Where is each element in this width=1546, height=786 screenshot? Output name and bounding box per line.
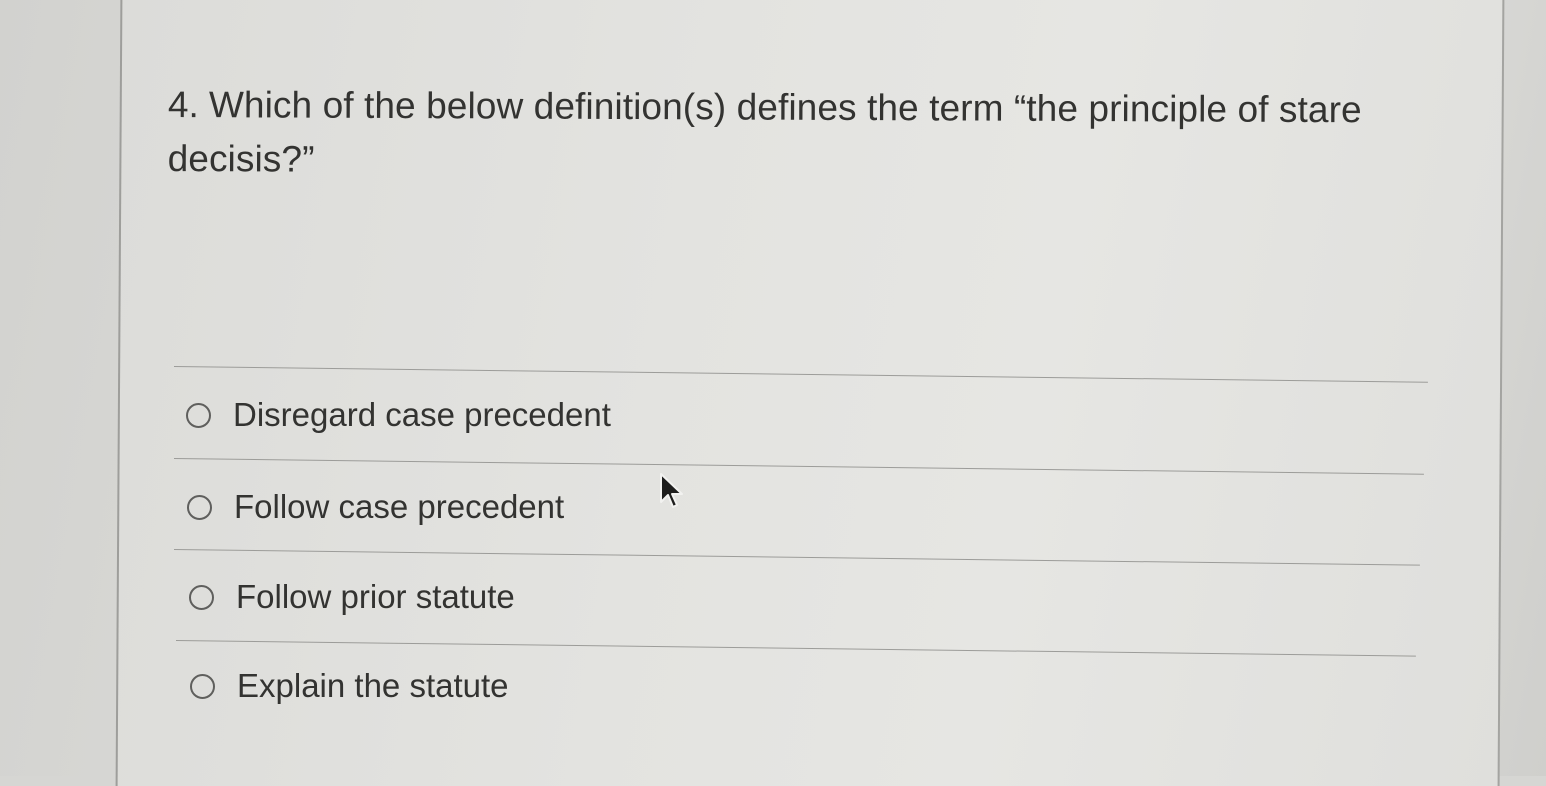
- option-label: Follow case precedent: [234, 488, 565, 525]
- mouse-pointer-icon: [660, 473, 683, 508]
- radio-button-icon[interactable]: [186, 402, 211, 428]
- question-text: 4. Which of the below definition(s) defin…: [168, 78, 1458, 192]
- question-number: 4.: [167, 83, 200, 126]
- radio-button-icon[interactable]: [187, 494, 212, 520]
- option-label: Disregard case precedent: [233, 396, 611, 433]
- answer-option-2[interactable]: Follow case precedent: [187, 487, 564, 527]
- radio-button-icon[interactable]: [190, 673, 215, 699]
- answer-option-3[interactable]: Follow prior statute: [189, 577, 515, 617]
- option-label: Follow prior statute: [236, 578, 515, 615]
- question-prompt: Which of the below definition(s) defines…: [167, 84, 1362, 180]
- radio-button-icon[interactable]: [189, 584, 214, 610]
- option-label: Explain the statute: [237, 667, 509, 704]
- answer-option-1[interactable]: Disregard case precedent: [186, 395, 611, 435]
- answer-option-4[interactable]: Explain the statute: [190, 666, 509, 706]
